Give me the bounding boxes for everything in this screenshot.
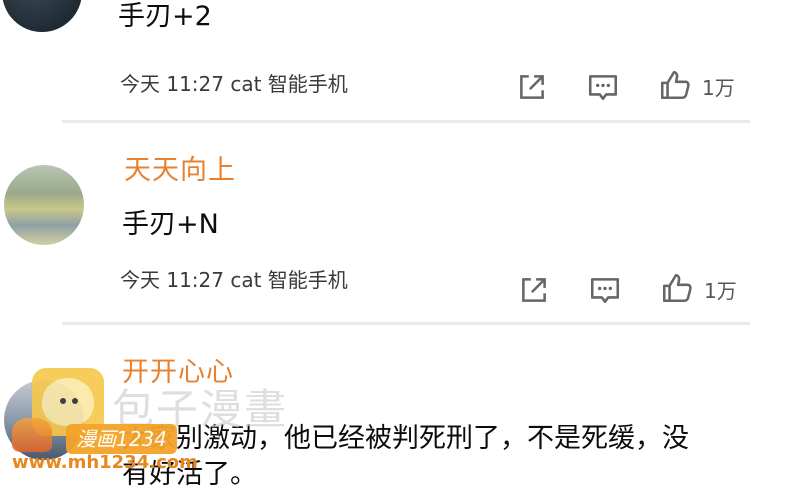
comment-time: 今天 11:27 (120, 268, 224, 292)
divider (62, 322, 750, 325)
comment-meta: 今天 11:27 cat 智能手机 (120, 68, 348, 97)
comment-text: 手刃+2 (118, 1, 212, 32)
divider (62, 120, 750, 123)
comment-device: cat 智能手机 (230, 72, 348, 96)
like-count: 1万 (704, 279, 737, 303)
comment-text: 手刃+N (122, 209, 219, 240)
comment-icon[interactable] (586, 70, 620, 104)
comment-device: cat 智能手机 (230, 268, 348, 292)
share-icon[interactable] (517, 273, 551, 307)
commenter-avatar[interactable] (2, 0, 82, 32)
comment-meta: 今天 11:27 cat 智能手机 (120, 264, 348, 293)
commenter-avatar[interactable] (4, 165, 84, 245)
comment-time: 今天 11:27 (120, 72, 224, 96)
thumbs-up-icon[interactable] (658, 68, 692, 102)
bun-mascot-icon (42, 378, 94, 426)
thumbs-up-icon[interactable] (660, 271, 694, 305)
comment-icon[interactable] (588, 273, 622, 307)
watermark-badge: 漫画1234 (66, 424, 177, 454)
share-icon[interactable] (515, 70, 549, 104)
flame-icon (12, 418, 52, 452)
watermark-url: www.mh1234.com (12, 452, 198, 473)
like-count: 1万 (702, 76, 735, 100)
username[interactable]: 天天向上 (124, 148, 236, 187)
